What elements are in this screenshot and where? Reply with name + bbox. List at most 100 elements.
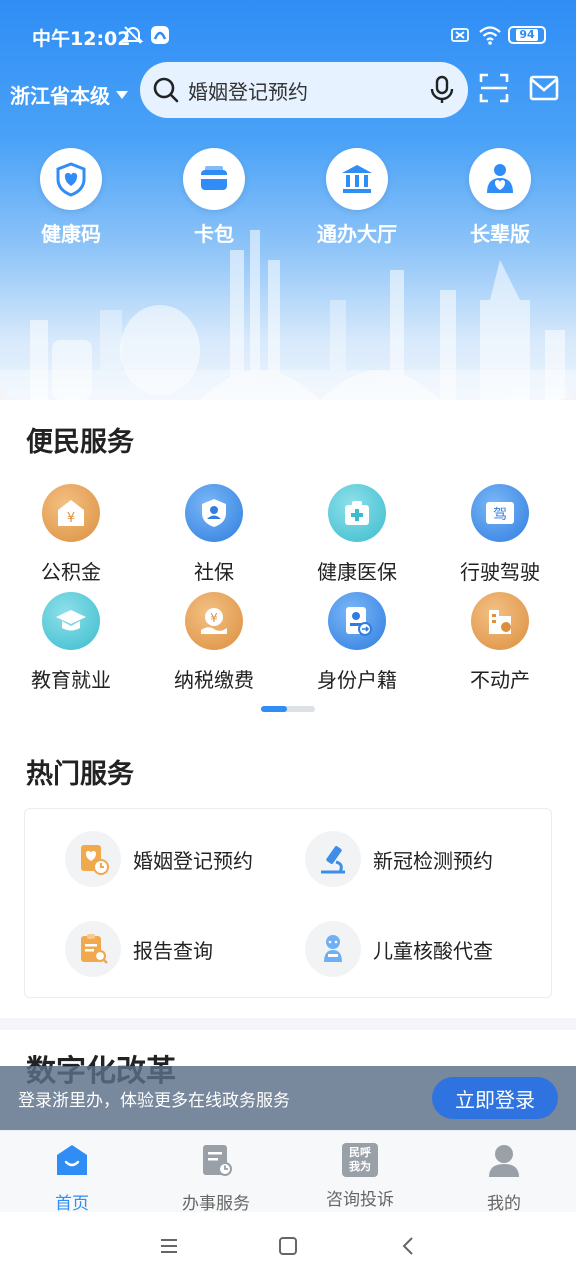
menu-icon[interactable]: [157, 1234, 181, 1258]
tab-label: 咨询投诉: [326, 1190, 394, 1210]
hot-service-label: 新冠检测预约: [373, 848, 493, 873]
quick-link-icon-bg: [469, 148, 531, 210]
real-estate-icon: [471, 592, 529, 650]
section-divider: [0, 1018, 576, 1030]
tab-consult[interactable]: 民呼 我为 咨询投诉: [288, 1143, 432, 1210]
service-social-security[interactable]: 社保: [154, 484, 274, 585]
housing-fund-icon: ¥: [42, 484, 100, 542]
identity-icon: [328, 592, 386, 650]
status-time: 中午12:02: [32, 28, 131, 50]
hot-services-title: 热门服务: [26, 759, 134, 790]
service-label: 行驶驾驶: [460, 560, 540, 584]
service-label: 社保: [194, 560, 234, 584]
microphone-icon[interactable]: [428, 75, 456, 105]
search-bar[interactable]: 婚姻登记预约: [140, 62, 468, 118]
service-housing-fund[interactable]: ¥ 公积金: [11, 484, 131, 585]
mute-bell-icon: [122, 26, 144, 44]
quick-link-label: 通办大厅: [317, 222, 397, 246]
login-banner: 登录浙里办，体验更多在线政务服务 立即登录: [0, 1066, 576, 1130]
hot-service-marriage[interactable]: 婚姻登记预约: [65, 831, 253, 887]
status-bar: 中午12:02 94: [0, 0, 576, 70]
service-driving[interactable]: 驾 行驶驾驶: [440, 484, 560, 585]
medical-insurance-icon: [328, 484, 386, 542]
bottom-tab-bar: 首页 办事服务 民呼 我为 咨询投诉 我的: [0, 1130, 576, 1214]
hot-services-panel: 婚姻登记预约 新冠检测预约 报告查询 儿童核酸代查: [24, 808, 552, 998]
tax-icon: ¥: [185, 592, 243, 650]
document-clock-icon: [203, 1145, 232, 1176]
svg-text:¥: ¥: [67, 511, 75, 526]
tab-label: 我的: [487, 1194, 521, 1214]
back-icon[interactable]: [397, 1234, 421, 1258]
scan-icon[interactable]: [478, 72, 510, 104]
hot-service-label: 儿童核酸代查: [373, 938, 493, 963]
hot-service-label: 婚姻登记预约: [133, 848, 253, 873]
service-real-estate[interactable]: 不动产: [440, 592, 560, 693]
hot-service-covid-test[interactable]: 新冠检测预约: [305, 831, 493, 887]
system-nav-bar: [0, 1212, 576, 1280]
svg-text:¥: ¥: [210, 611, 218, 625]
education-icon: [42, 592, 100, 650]
main-content: 便民服务 ¥ 公积金 社保 健康医保 驾 行驶驾驶 教育就业 ¥ 纳税缴费 身份…: [0, 400, 576, 1020]
city-skyline-illustration: [0, 230, 576, 400]
health-code-icon: [56, 162, 86, 197]
tab-label: 首页: [55, 1194, 89, 1214]
page-indicator: [261, 706, 315, 712]
service-label: 公积金: [41, 560, 101, 584]
page-indicator-active: [261, 706, 287, 712]
region-selector[interactable]: 浙江省本级: [10, 80, 128, 109]
app-notification-icon: [151, 26, 169, 44]
service-label: 不动产: [470, 668, 530, 692]
service-education[interactable]: 教育就业: [11, 592, 131, 693]
tab-home[interactable]: 首页: [0, 1143, 144, 1214]
consult-badge-bottom: 我为: [349, 1160, 371, 1173]
covid-test-icon: [305, 831, 361, 887]
tab-services[interactable]: 办事服务: [144, 1143, 288, 1214]
convenience-title: 便民服务: [26, 427, 134, 458]
quick-link-icon-bg: [183, 148, 245, 210]
hot-service-report[interactable]: 报告查询: [65, 921, 213, 977]
service-label: 纳税缴费: [174, 668, 254, 692]
search-placeholder: 婚姻登记预约: [188, 79, 308, 104]
service-tax[interactable]: ¥ 纳税缴费: [154, 592, 274, 693]
elder-icon: [487, 164, 513, 193]
quick-link-elder[interactable]: 长辈版: [440, 148, 560, 247]
quick-link-label: 卡包: [194, 222, 234, 246]
tab-profile[interactable]: 我的: [432, 1143, 576, 1214]
caret-down-icon: [116, 90, 128, 99]
card-wallet-icon: [201, 166, 227, 190]
child-test-icon: [305, 921, 361, 977]
quick-link-icon-bg: [326, 148, 388, 210]
search-icon: [153, 77, 179, 103]
consult-badge-icon: 民呼 我为: [342, 1143, 378, 1177]
service-label: 健康医保: [317, 560, 397, 584]
quick-link-card-wallet[interactable]: 卡包: [154, 148, 274, 247]
service-label: 身份户籍: [317, 668, 397, 692]
hot-service-label: 报告查询: [133, 938, 213, 963]
sim-icon: [451, 28, 469, 42]
quick-link-health-code[interactable]: 健康码: [11, 148, 131, 247]
tab-label: 办事服务: [182, 1194, 250, 1214]
service-medical-insurance[interactable]: 健康医保: [297, 484, 417, 585]
home-square-icon[interactable]: [276, 1234, 300, 1258]
home-icon: [57, 1145, 87, 1175]
battery-icon: 94: [508, 26, 546, 44]
mail-icon[interactable]: [528, 72, 560, 104]
region-label: 浙江省本级: [10, 84, 110, 108]
svg-text:驾: 驾: [493, 507, 507, 523]
consult-badge-top: 民呼: [349, 1146, 371, 1159]
quick-link-icon-bg: [40, 148, 102, 210]
service-label: 教育就业: [31, 668, 111, 692]
driving-icon: 驾: [471, 484, 529, 542]
battery-level: 94: [516, 29, 538, 41]
quick-link-label: 健康码: [41, 222, 101, 246]
service-identity[interactable]: 身份户籍: [297, 592, 417, 693]
quick-link-hall[interactable]: 通办大厅: [297, 148, 417, 247]
login-button[interactable]: 立即登录: [432, 1077, 558, 1119]
hall-icon: [342, 165, 372, 193]
wifi-icon: [479, 26, 501, 45]
marriage-icon: [65, 831, 121, 887]
login-message: 登录浙里办，体验更多在线政务服务: [18, 1090, 290, 1111]
quick-link-label: 长辈版: [470, 222, 530, 246]
user-icon: [489, 1145, 519, 1177]
hot-service-child-test[interactable]: 儿童核酸代查: [305, 921, 493, 977]
